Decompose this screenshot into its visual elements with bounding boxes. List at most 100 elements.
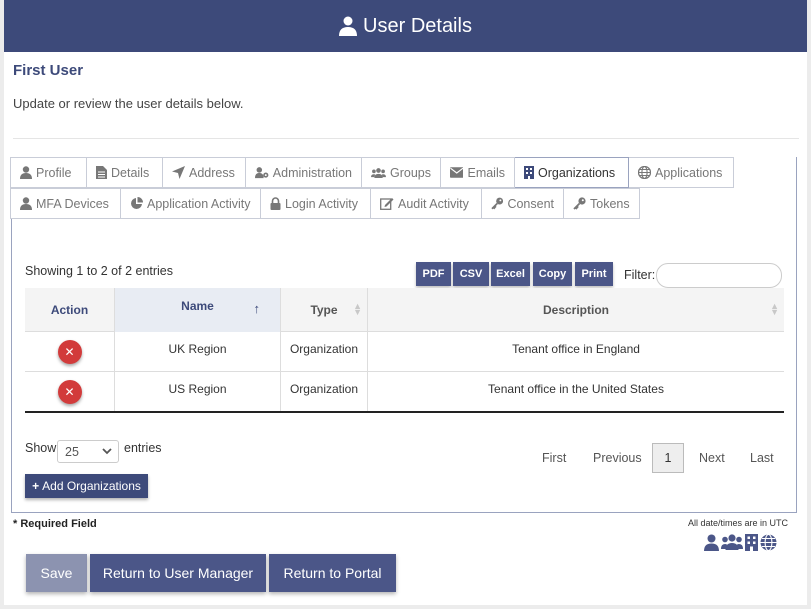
filter-label: Filter: [624, 268, 656, 282]
table-header: Action Name ↑ Type ▲ ▼ Description ▲ ▼ [25, 288, 784, 332]
entries-label: entries [124, 441, 162, 455]
save-button[interactable]: Save [26, 554, 87, 592]
footer-icons [704, 534, 777, 551]
pagination-next[interactable]: Next [699, 451, 725, 465]
tab-label: Administration [272, 165, 352, 180]
tab-label: Details [111, 165, 150, 180]
print-button[interactable]: Print [575, 262, 613, 286]
lock-icon [270, 197, 281, 210]
pdf-button[interactable]: PDF [416, 262, 451, 286]
user-name-heading: First User [13, 62, 84, 79]
table-bottom-border [25, 411, 784, 413]
tab-emails[interactable]: Emails [441, 157, 515, 188]
document-icon [96, 166, 107, 179]
pagination-first[interactable]: First [542, 451, 566, 465]
tab-address[interactable]: Address [163, 157, 246, 188]
table-row: ✕ UK Region Organization Tenant office i… [25, 332, 784, 372]
column-header-label: Type [310, 303, 338, 317]
plus-icon: + [32, 479, 40, 493]
name-cell: US Region [115, 372, 281, 412]
column-header-description[interactable]: Description ▲ ▼ [368, 288, 784, 332]
pagination-page-1[interactable]: 1 [652, 443, 684, 473]
edit-icon [380, 198, 394, 210]
tab-profile[interactable]: Profile [10, 157, 87, 188]
filter-input[interactable] [656, 263, 782, 288]
tab-label: Address [189, 165, 235, 180]
tab-tokens[interactable]: Tokens [564, 188, 640, 219]
tab-label: Profile [36, 165, 72, 180]
sort-ascending-icon: ↑ [253, 301, 261, 316]
user-gear-icon [255, 167, 269, 179]
return-to-user-manager-button[interactable]: Return to User Manager [90, 554, 266, 592]
user-icon [20, 166, 32, 179]
globe-icon [638, 166, 651, 179]
tab-label: Tokens [590, 196, 630, 211]
pie-chart-icon [131, 197, 143, 209]
table-row: ✕ US Region Organization Tenant office i… [25, 372, 784, 412]
add-organizations-button[interactable]: + Add Organizations [25, 474, 148, 498]
pagination-previous[interactable]: Previous [593, 451, 642, 465]
delete-icon[interactable]: ✕ [57, 340, 82, 364]
column-header-label: Name [181, 299, 214, 313]
tab-mfa-devices[interactable]: MFA Devices [10, 188, 121, 219]
key-icon [573, 197, 586, 210]
location-arrow-icon [172, 166, 185, 179]
tab-label: Organizations [538, 165, 616, 180]
excel-button[interactable]: Excel [491, 262, 530, 286]
table-info: Showing 1 to 2 of 2 entries [25, 264, 174, 278]
building-icon [745, 534, 758, 551]
type-cell: Organization [281, 372, 368, 412]
pagination-last[interactable]: Last [750, 451, 774, 465]
tab-label: Login Activity [285, 196, 358, 211]
globe-icon [760, 534, 777, 551]
column-header-action: Action [25, 288, 115, 332]
users-icon [371, 167, 386, 178]
sort-icon: ▲ ▼ [770, 301, 779, 317]
column-header-name[interactable]: Name ↑ [115, 288, 281, 332]
intro-text: Update or review the user details below. [13, 96, 244, 111]
column-header-type[interactable]: Type ▲ ▼ [281, 288, 368, 332]
tab-application-activity[interactable]: Application Activity [121, 188, 261, 219]
tab-label: Applications [655, 165, 723, 180]
page-header: User Details [4, 0, 807, 52]
tab-organizations[interactable]: Organizations [515, 157, 629, 188]
description-cell: Tenant office in the United States [488, 382, 664, 396]
tab-row-2: MFA Devices Application Activity Login A… [10, 188, 640, 219]
delete-icon[interactable]: ✕ [57, 380, 82, 404]
tab-administration[interactable]: Administration [246, 157, 362, 188]
tab-details[interactable]: Details [87, 157, 163, 188]
tab-audit-activity[interactable]: Audit Activity [371, 188, 482, 219]
add-organizations-label: Add Organizations [42, 479, 141, 493]
page-length-select[interactable]: 25 [57, 440, 119, 463]
envelope-icon [450, 167, 464, 178]
user-icon [339, 16, 358, 36]
tab-label: Emails [467, 165, 505, 180]
action-cell: ✕ [25, 332, 115, 372]
key-icon [491, 197, 504, 210]
copy-button[interactable]: Copy [533, 262, 572, 286]
action-cell: ✕ [25, 372, 115, 412]
chevron-down-icon [102, 448, 112, 455]
tab-consent[interactable]: Consent [482, 188, 564, 219]
show-label: Show [25, 441, 57, 455]
csv-button[interactable]: CSV [453, 262, 489, 286]
tab-label: Groups [390, 165, 431, 180]
user-icon [704, 534, 719, 551]
building-icon [524, 166, 534, 179]
tab-label: Audit Activity [398, 196, 469, 211]
tab-label: Consent [507, 196, 554, 211]
tab-applications[interactable]: Applications [629, 157, 734, 188]
sort-icon: ▲ ▼ [353, 301, 362, 317]
page-length-value: 25 [65, 444, 79, 459]
tab-login-activity[interactable]: Login Activity [261, 188, 371, 219]
column-header-label: Description [542, 303, 609, 317]
users-icon [721, 534, 743, 550]
page-title: User Details [363, 14, 472, 37]
tab-groups[interactable]: Groups [362, 157, 441, 188]
return-to-portal-button[interactable]: Return to Portal [269, 554, 396, 592]
tab-label: Application Activity [147, 196, 251, 211]
divider [13, 138, 799, 139]
tab-row-1: Profile Details Address Administration G… [10, 157, 734, 188]
name-cell: UK Region [115, 332, 281, 372]
required-field-note: * Required Field [13, 518, 97, 530]
